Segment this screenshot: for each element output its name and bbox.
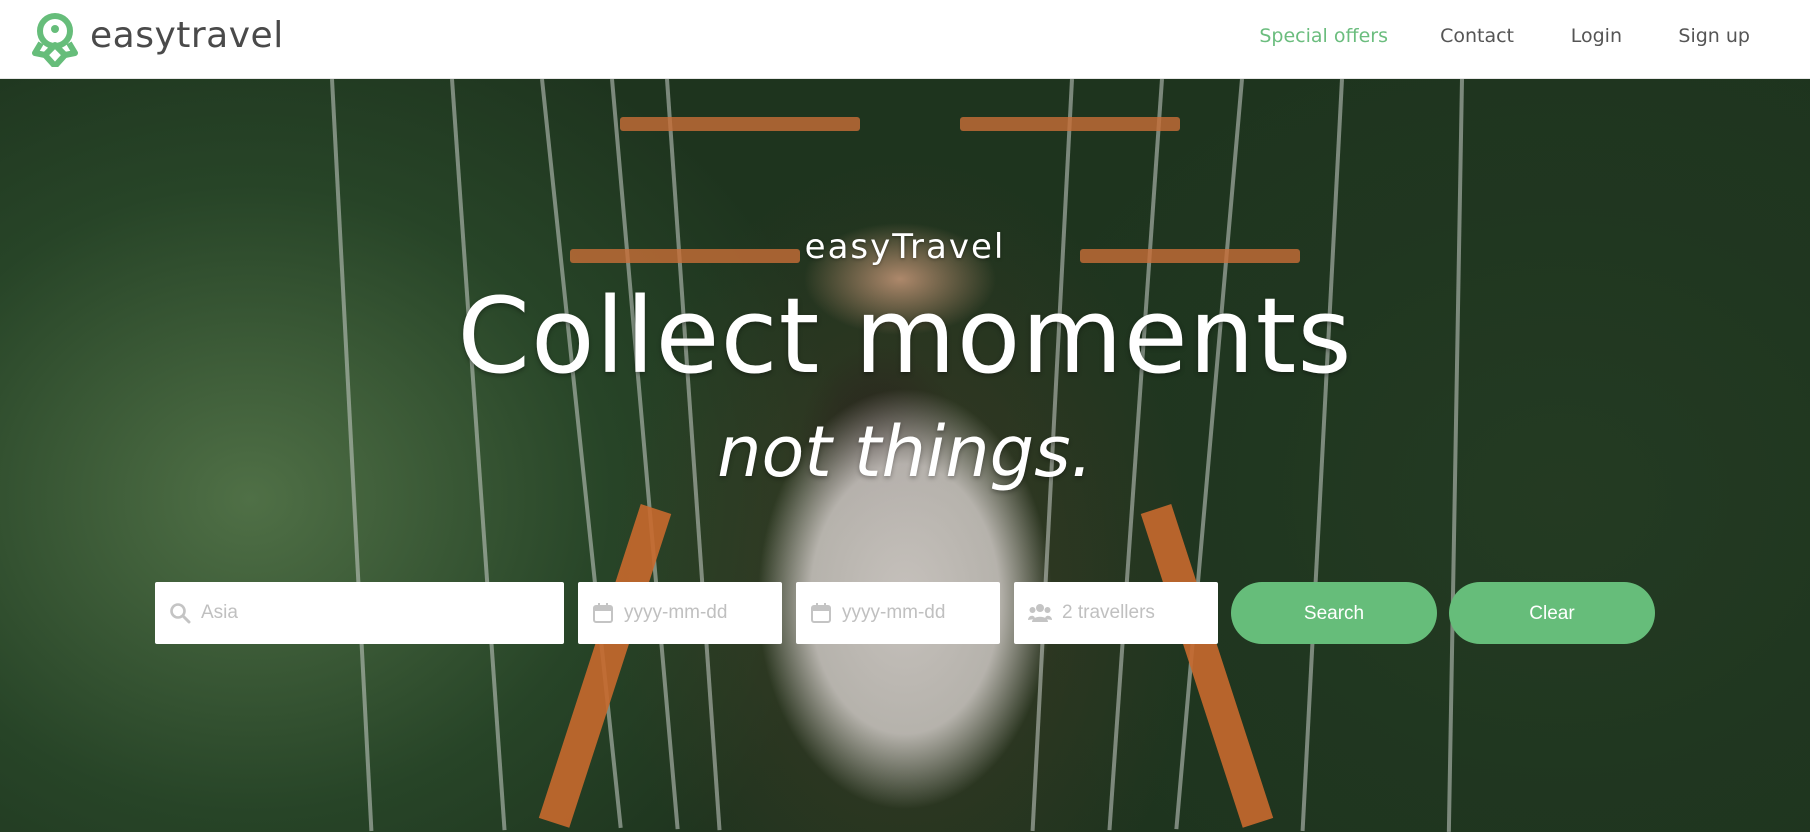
travellers-input[interactable] [1060, 601, 1218, 625]
brand-logo[interactable]: easytravel [31, 11, 284, 67]
nav-contact[interactable]: Contact [1440, 25, 1514, 47]
to-date-field[interactable] [796, 582, 1000, 644]
travellers-field[interactable] [1014, 582, 1218, 644]
from-date-input[interactable] [622, 601, 782, 625]
hero-banner: easyTravel Collect moments not things. A… [0, 79, 1810, 832]
bridge-railing [1140, 504, 1274, 828]
hero-title: Collect moments [457, 275, 1353, 397]
to-date-input[interactable] [840, 601, 1000, 625]
from-date-field[interactable] [578, 582, 782, 644]
brand-name: easytravel [90, 14, 284, 56]
clear-button[interactable]: Clear [1449, 582, 1655, 644]
location-pin-logo-icon [32, 13, 78, 67]
calendar-icon [593, 603, 613, 623]
nav-special-offers[interactable]: Special offers [1259, 25, 1388, 47]
top-header: easytravel Special offers Contact Login … [0, 0, 1810, 79]
hero-brand-text: easyTravel [804, 227, 1006, 267]
search-button[interactable]: Search [1231, 582, 1437, 644]
bridge-plank [620, 117, 860, 131]
search-icon [170, 603, 191, 624]
nav-login[interactable]: Login [1571, 25, 1622, 47]
calendar-icon [811, 603, 831, 623]
bridge-railing [538, 504, 672, 828]
destination-field[interactable] [155, 582, 564, 644]
bridge-plank [960, 117, 1180, 131]
users-icon [1028, 604, 1052, 622]
nav-signup[interactable]: Sign up [1678, 25, 1750, 47]
hero-subtitle: not things. [717, 411, 1093, 493]
destination-input[interactable] [199, 601, 531, 625]
